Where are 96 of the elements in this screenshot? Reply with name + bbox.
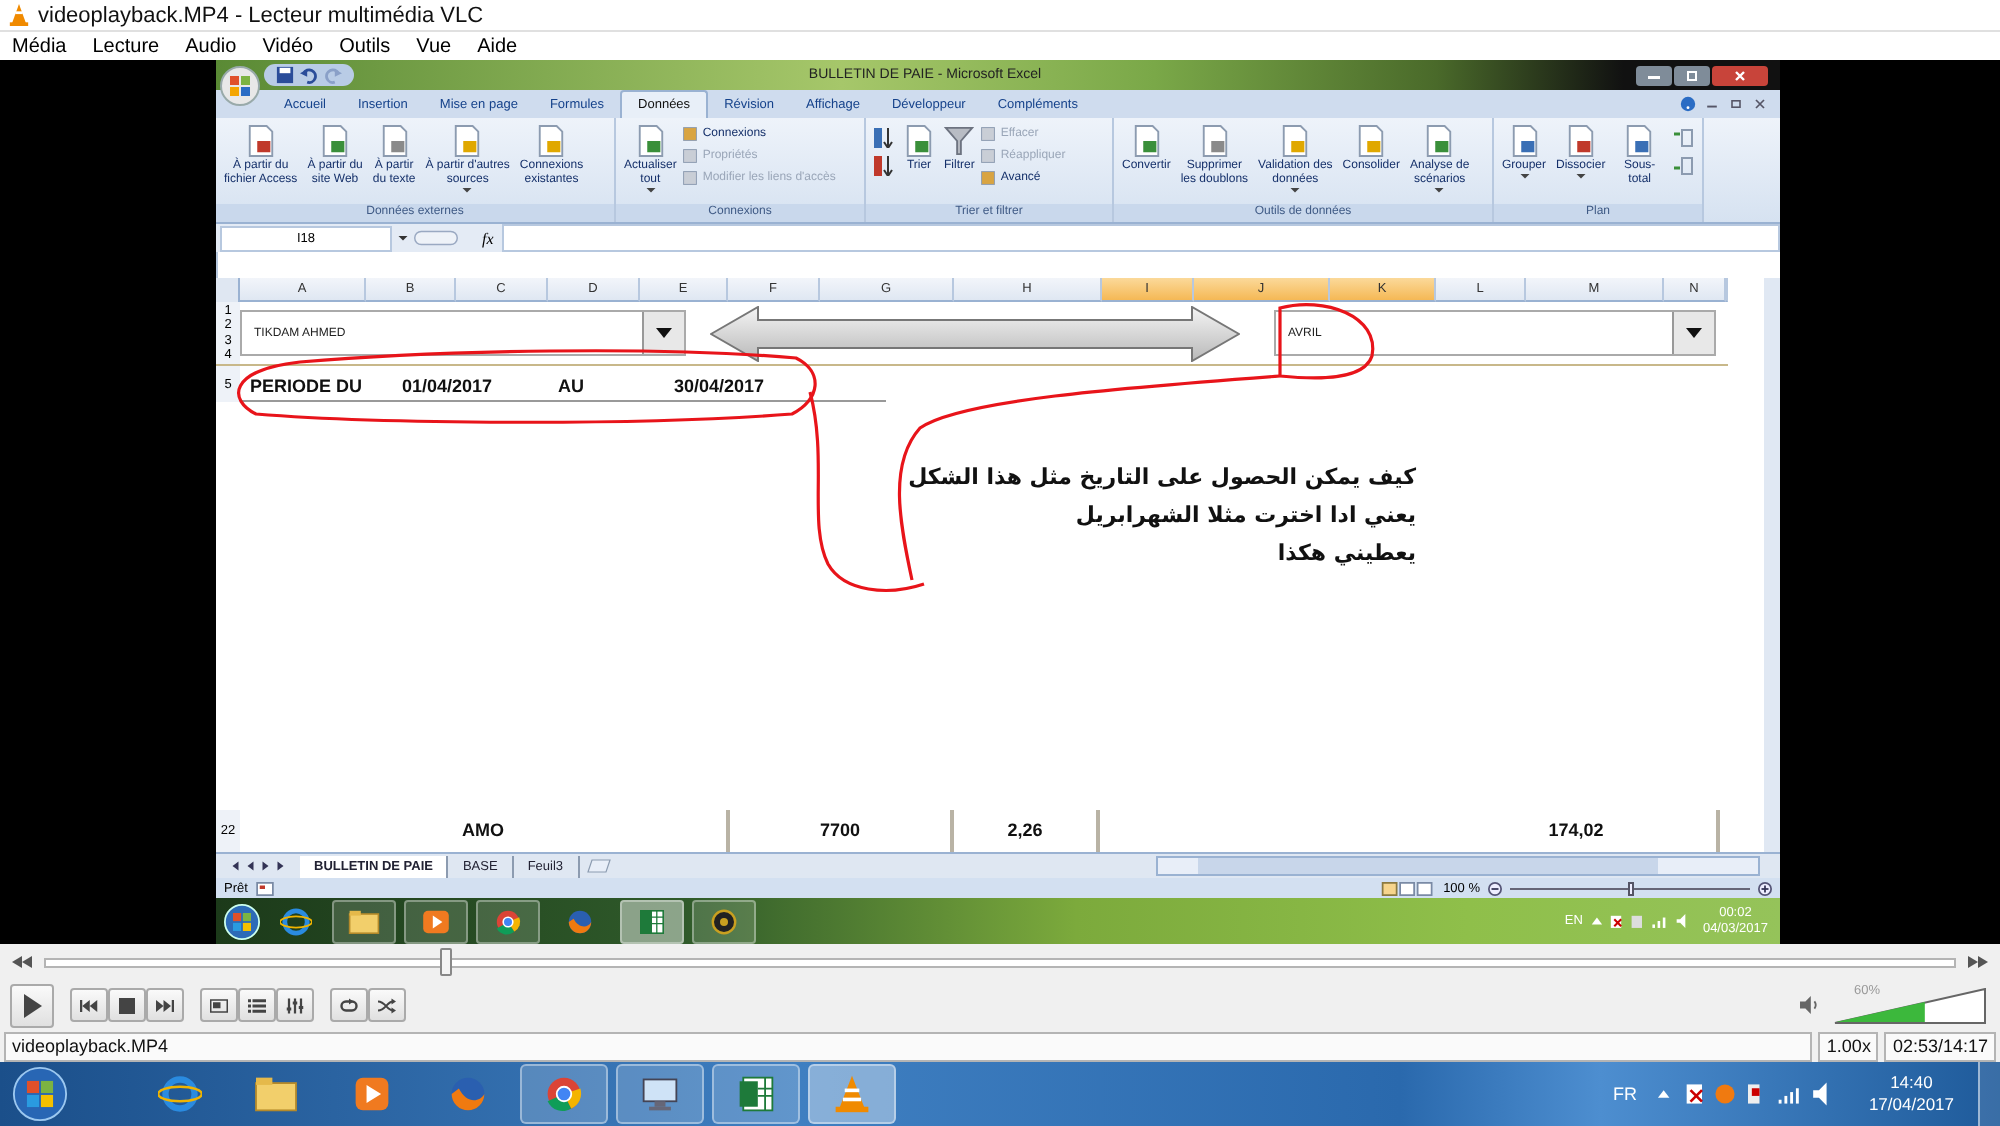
clock-date: 17/04/2017 [1868, 1094, 1954, 1116]
loop-icon [340, 997, 358, 1013]
outline-icon[interactable] [1674, 156, 1694, 176]
next-button[interactable] [146, 988, 184, 1022]
caret-icon [1686, 328, 1702, 338]
play-icon [22, 993, 42, 1017]
folder-icon [254, 1074, 298, 1114]
insert-function-button[interactable]: fx [474, 229, 502, 247]
speaker-icon[interactable] [1800, 996, 1818, 1014]
list-icon [248, 997, 266, 1013]
minimize-button[interactable] [1636, 65, 1672, 85]
media-player-button[interactable] [404, 899, 468, 943]
browser-icon [446, 1074, 490, 1114]
end-date: 30/04/2017 [674, 376, 765, 396]
play-icon [350, 1074, 394, 1114]
sliders-icon [286, 997, 304, 1013]
close-icon[interactable] [1752, 96, 1768, 112]
volume-slider[interactable] [1834, 987, 1986, 1023]
playlist-button[interactable] [238, 988, 276, 1022]
time-display[interactable]: 02:53/14:17 [1884, 1031, 1996, 1061]
start-date: 01/04/2017 [402, 376, 495, 396]
previous-icon [80, 997, 98, 1013]
dropdown-button[interactable] [1672, 312, 1714, 354]
scrollbar[interactable] [1156, 856, 1760, 876]
stop-button[interactable] [108, 988, 146, 1022]
fullscreen-button[interactable] [200, 988, 238, 1022]
webcam-button[interactable] [692, 899, 756, 943]
browser-icon [564, 907, 596, 935]
menu-item[interactable]: Audio [173, 35, 249, 57]
annotation-text: يعطيني هكذا [1277, 538, 1416, 570]
equalizer-button[interactable] [276, 988, 314, 1022]
window-title: videoplayback.MP4 - Lecteur multimédia VLC [38, 3, 484, 27]
menu-item[interactable]: Aide [465, 35, 530, 57]
show-desktop-button[interactable] [1978, 1062, 2000, 1126]
fast-forward-icon[interactable] [1968, 956, 1988, 968]
loop-button[interactable] [330, 988, 368, 1022]
fullscreen-icon [210, 997, 228, 1013]
restore-icon[interactable] [1728, 96, 1744, 112]
rewind-icon[interactable] [12, 956, 32, 968]
browser-button[interactable] [476, 899, 540, 943]
zoom-out-icon[interactable] [1488, 881, 1502, 895]
shuffle-button[interactable] [368, 988, 406, 1022]
spreadsheet-icon [636, 907, 668, 935]
browser-icon [158, 1074, 202, 1114]
browser-icon[interactable] [280, 905, 312, 937]
shuffle-icon [378, 997, 396, 1013]
folder-icon [348, 907, 380, 935]
traffic-cone-icon [830, 1074, 874, 1114]
spreadsheet-button[interactable] [712, 1064, 800, 1124]
sort-icon[interactable] [874, 128, 894, 148]
view-mode-icon[interactable] [1379, 881, 1436, 895]
clock-time: 14:40 [1890, 1072, 1933, 1094]
previous-button[interactable] [70, 988, 108, 1022]
save-icon[interactable] [276, 66, 294, 84]
funnel-icon [944, 124, 975, 158]
folder-button[interactable] [332, 899, 396, 943]
period-label: PERIODE DU [250, 376, 365, 396]
restore-icon [1682, 69, 1702, 81]
undo-icon[interactable] [300, 66, 318, 84]
outline-icon[interactable] [1674, 128, 1694, 148]
next-icon [156, 997, 174, 1013]
spreadsheet-icon [734, 1074, 778, 1114]
monitor-icon [638, 1074, 682, 1114]
caret-icon [656, 328, 672, 338]
formula-field[interactable] [501, 224, 1780, 252]
play-button[interactable] [10, 983, 54, 1027]
help-icon[interactable] [1680, 96, 1696, 112]
zoom-in-icon[interactable] [1758, 881, 1772, 895]
macro-record-icon[interactable] [255, 881, 274, 895]
menu-item[interactable]: Vue [404, 35, 464, 57]
seek-handle[interactable] [439, 948, 452, 976]
play-icon [420, 907, 452, 935]
start-orb-icon[interactable] [12, 1066, 68, 1122]
zoom-slider-thumb[interactable] [1627, 881, 1633, 895]
file-name: videoplayback.MP4 [4, 1031, 1813, 1061]
menu-item[interactable]: Vidéo [250, 35, 326, 57]
caret-icon[interactable] [398, 235, 408, 241]
annotation-text: يعني ادا اخترت مثلا الشهرابريل [1075, 500, 1416, 532]
menu-item[interactable]: Outils [327, 35, 403, 57]
close-icon [1730, 69, 1750, 81]
sort-icon[interactable] [874, 156, 894, 176]
browser-icon [492, 907, 524, 935]
dropdown-button[interactable] [642, 312, 684, 354]
annotation-text: كيف يمكن الحصول على التاريخ مثل هذا الشكل [908, 462, 1416, 494]
menu-item[interactable]: Média [0, 35, 79, 57]
remote-desktop-button[interactable] [616, 1064, 704, 1124]
language-indicator[interactable]: FR [1612, 1084, 1637, 1104]
restore-button[interactable] [1674, 65, 1710, 85]
menu-item[interactable]: Lecture [80, 35, 172, 57]
playback-speed[interactable]: 1.00x [1818, 1031, 1879, 1061]
close-button[interactable] [1712, 65, 1768, 85]
webcam-icon [708, 907, 740, 935]
spreadsheet-button[interactable] [620, 899, 684, 943]
period-label: AU [558, 376, 586, 396]
browser-icon [542, 1074, 586, 1114]
stop-icon [118, 997, 136, 1013]
